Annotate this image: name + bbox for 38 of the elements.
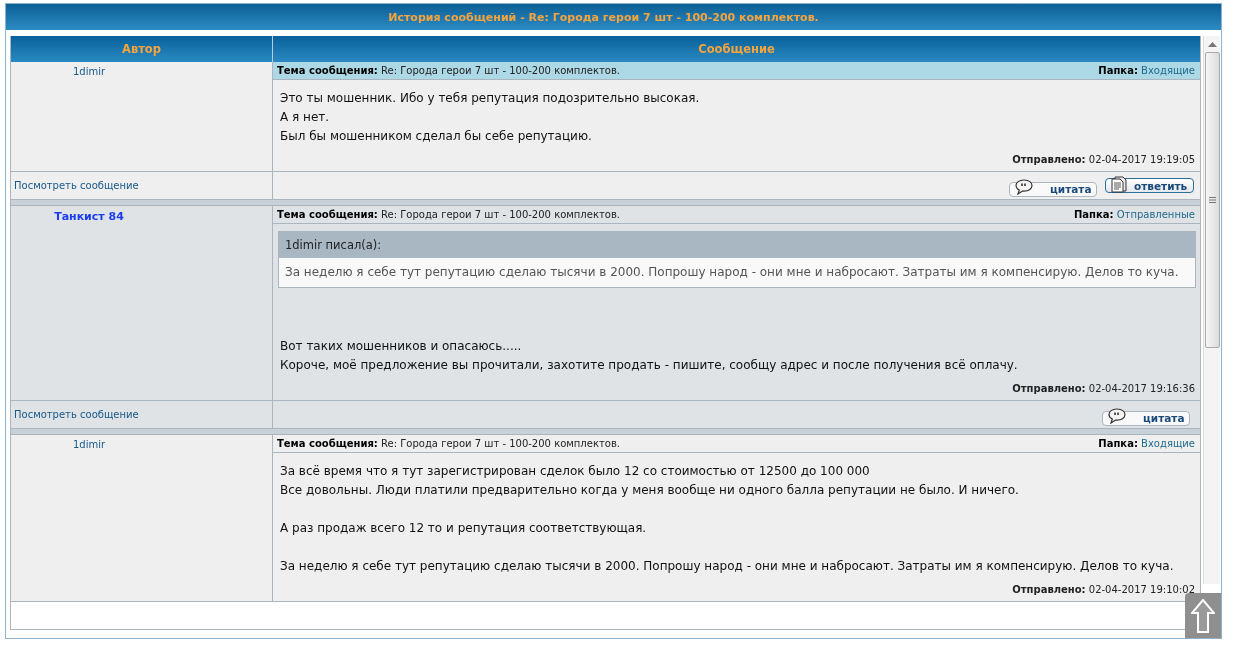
message-text: А раз продаж всего 12 то и репутация соответствующая. (280, 520, 648, 537)
scroll-to-top-button[interactable] (1185, 593, 1221, 638)
message-subject: Тема сообщения: Re: Города герои 7 шт - 100-200 комплектов. (277, 65, 620, 76)
scroll-up-icon[interactable] (1207, 42, 1217, 48)
message-text: За неделю я себе тут репутацию сделаю тысячи в 2000. Попрошу народ - они мне и набросают. Затраты им я компенсирую. Делов то куча. (280, 558, 1175, 575)
quote-header: 1dimir писал(а): (279, 232, 1195, 258)
message-text: А я нет. (280, 109, 331, 126)
quote-text: За неделю я себе тут репутацию сделаю тысячи в 2000. Попрошу народ - они мне и набросают. Затраты им я компенсирую. Делов то куча. (284, 264, 1180, 281)
message-folder: Папка: Входящие (1098, 65, 1195, 76)
message-text: Это ты мошенник. Ибо у тебя репутация подозрительно высокая. (280, 90, 701, 107)
grip-icon (1208, 197, 1216, 203)
view-message-link[interactable]: Посмотреть сообщение (14, 180, 139, 191)
message-subject: Тема сообщения: Re: Города герои 7 шт - 100-200 комплектов. (277, 209, 620, 220)
reply-button[interactable]: ответить (1105, 178, 1194, 193)
message-text: Короче, моё предложение вы прочитали, захотите продать - пишите, сообщу адрес и после получения всё оплачу. (280, 357, 1019, 374)
view-message-link[interactable]: Посмотреть сообщение (14, 409, 139, 420)
message-folder: Папка: Отправленные (1073, 209, 1195, 220)
speech-bubble-icon (1107, 408, 1127, 424)
window-title: История сообщений - Re: Города герои 7 шт - 100-200 комплектов. (388, 10, 819, 24)
sent-date: Отправлено: 02-04-2017 19:10:02 (1012, 584, 1195, 595)
message-text: Все довольны. Люди платили предварительно когда у меня вообще ни одного балла репутации не было. И ничего. (280, 482, 1020, 499)
quote-button[interactable]: цитата (1009, 181, 1097, 197)
up-arrow-icon (1191, 599, 1215, 633)
scrollbar-thumb[interactable] (1204, 52, 1220, 348)
sent-date: Отправлено: 02-04-2017 19:16:36 (1012, 383, 1195, 394)
author-name[interactable]: 1dimir (11, 62, 167, 77)
scrollbar[interactable] (1203, 36, 1220, 584)
quote-button[interactable]: цитата (1102, 410, 1190, 426)
message-text: Вот таких мошенников и опасаюсь..... (280, 338, 523, 355)
message-text: За всё время что я тут зарегистрирован сделок было 12 со стоимостью от 12500 до 100 000 (280, 463, 871, 480)
sent-date: Отправлено: 02-04-2017 19:19:05 (1012, 154, 1195, 165)
column-header: Сообщение (697, 41, 776, 58)
message-subject: Тема сообщения: Re: Города герои 7 шт - 100-200 комплектов. (277, 438, 620, 449)
message-folder: Папка: Входящие (1098, 438, 1195, 449)
author-name[interactable]: 1dimir (11, 435, 167, 450)
message-text: Был бы мошенником сделал бы себе репутацию. (280, 128, 593, 145)
author-name[interactable]: Танкист 84 (11, 206, 167, 223)
speech-bubble-icon (1014, 179, 1034, 195)
